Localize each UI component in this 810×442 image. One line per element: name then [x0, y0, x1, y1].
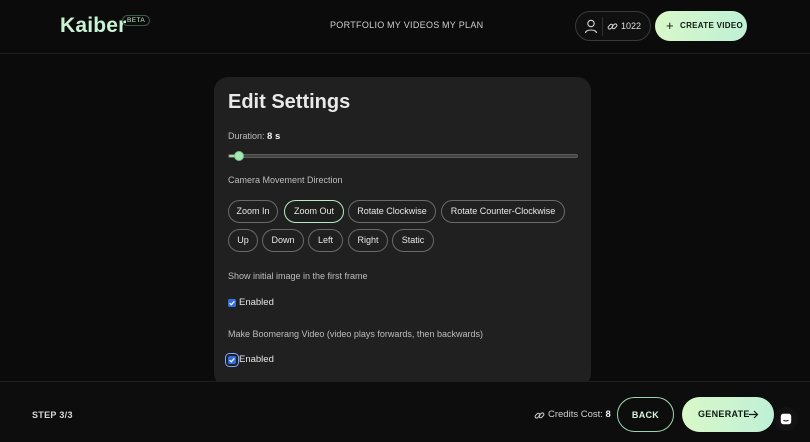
camera-option-right[interactable]: Right — [348, 229, 388, 252]
card-title: Edit Settings — [228, 91, 351, 113]
camera-direction-label: Camera Movement Direction — [228, 175, 343, 185]
support-chat-button[interactable] — [774, 407, 798, 431]
credits-cost-value: 8 — [605, 409, 611, 420]
account-pill[interactable]: 1022 — [575, 11, 651, 41]
checkmark-icon — [229, 300, 235, 306]
camera-option-zoom-out[interactable]: Zoom Out — [284, 200, 344, 223]
generate-label: GENERATE — [698, 409, 750, 419]
nav-my-videos[interactable]: MY VIDEOS — [387, 20, 440, 30]
boomerang-enabled-label: Enabled — [239, 354, 274, 365]
pill-divider — [602, 17, 603, 36]
initial-image-label: Show initial image in the first frame — [228, 271, 368, 281]
camera-option-rotate-clockwise[interactable]: Rotate Clockwise — [348, 200, 436, 223]
link-icon — [607, 23, 618, 30]
camera-option-zoom-in[interactable]: Zoom In — [228, 200, 278, 223]
camera-option-left[interactable]: Left — [308, 229, 343, 252]
nav-my-plan[interactable]: MY PLAN — [442, 20, 483, 30]
edit-settings-card: Edit Settings Duration: 8 s Camera Movem… — [214, 77, 591, 387]
create-video-label: CREATE VIDEO — [680, 21, 744, 30]
credits-cost-label: Credits Cost: — [548, 409, 603, 420]
nav-portfolio[interactable]: PORTFOLIO — [330, 20, 385, 30]
checkmark-icon — [229, 357, 235, 363]
camera-option-static[interactable]: Static — [392, 229, 434, 252]
step-indicator: STEP 3/3 — [32, 410, 73, 420]
credits-cost: Credits Cost: 8 — [548, 409, 611, 420]
duration-label: Duration: 8 s — [228, 131, 280, 142]
back-button[interactable]: BACK — [617, 397, 674, 432]
duration-slider-handle[interactable] — [234, 151, 245, 161]
camera-option-down[interactable]: Down — [262, 229, 304, 252]
create-video-button[interactable]: + CREATE VIDEO — [655, 11, 747, 41]
arrow-right-icon — [749, 410, 759, 419]
credits-balance: 1022 — [621, 21, 642, 31]
initial-image-enabled-label: Enabled — [239, 297, 274, 308]
user-icon[interactable] — [584, 19, 598, 34]
duration-slider[interactable] — [228, 151, 578, 161]
generate-button[interactable]: GENERATE — [682, 397, 774, 432]
bottom-bar: STEP 3/3 Credits Cost: 8 BACK GENERATE — [0, 381, 810, 442]
camera-option-rotate-counter-clockwise[interactable]: Rotate Counter-Clockwise — [441, 200, 565, 223]
plus-icon: + — [666, 18, 674, 33]
duration-value: 8 s — [267, 131, 281, 142]
duration-label-text: Duration: — [228, 131, 265, 141]
link-icon — [534, 412, 545, 419]
boomerang-checkbox[interactable] — [225, 353, 239, 367]
top-header: Kaiber BETA PORTFOLIO MY VIDEOS MY PLAN … — [0, 0, 810, 54]
boomerang-label: Make Boomerang Video (video plays forwar… — [228, 329, 483, 339]
chat-icon — [780, 413, 792, 425]
initial-image-checkbox[interactable] — [228, 299, 236, 307]
camera-option-up[interactable]: Up — [228, 229, 258, 252]
